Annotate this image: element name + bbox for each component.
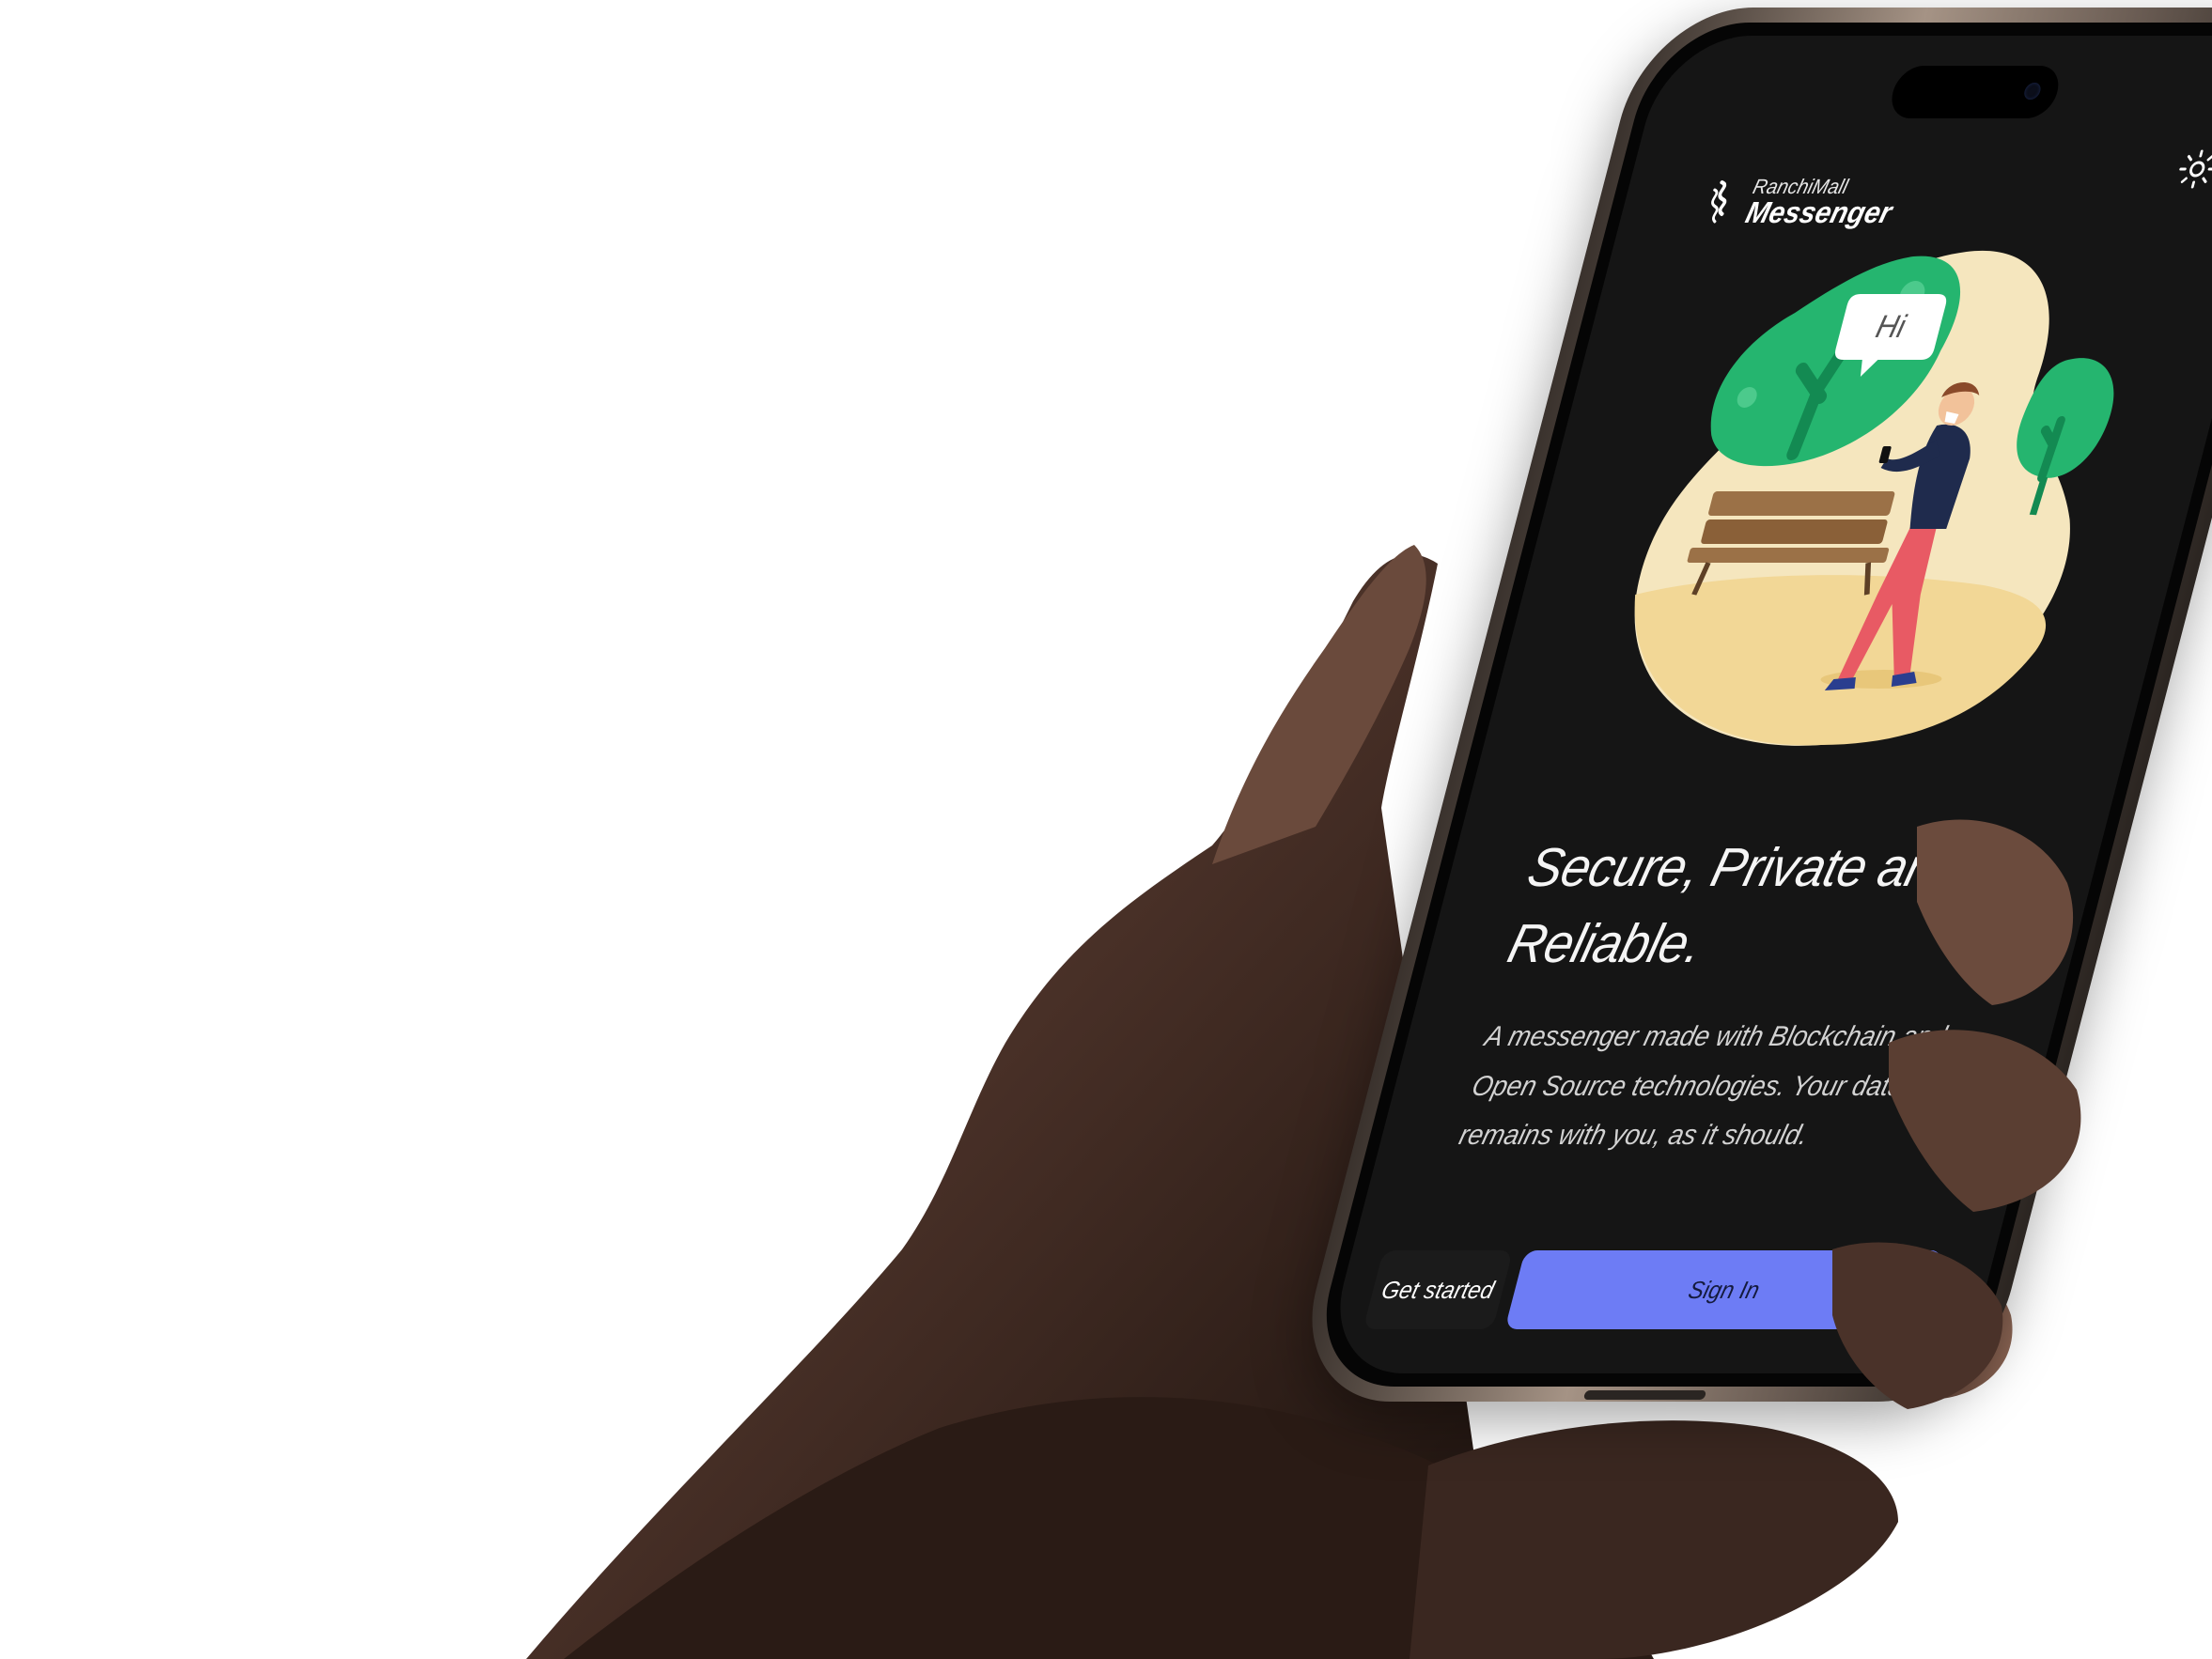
brand-text: RanchiMall Messenger bbox=[1742, 175, 1901, 229]
ranchimall-logo-icon bbox=[1711, 180, 1727, 224]
ground bbox=[1634, 575, 2046, 746]
brand-name-label: Messenger bbox=[1742, 195, 1896, 229]
subtitle: A messenger made with Blockchain and Ope… bbox=[1454, 1013, 1976, 1161]
subtitle-line-1: A messenger made with Blockchain and bbox=[1481, 1021, 1951, 1052]
stage: RanchiMall Messenger Hi Secure, Private … bbox=[0, 0, 2212, 1659]
action-bar: Get started Sign In bbox=[1363, 1248, 1945, 1332]
scene: RanchiMall Messenger Hi Secure, Private … bbox=[0, 0, 2212, 1659]
sun-icon[interactable] bbox=[2173, 148, 2212, 190]
app-logo: RanchiMall Messenger bbox=[1702, 175, 1901, 229]
sign-in-button[interactable]: Sign In bbox=[1504, 1250, 1944, 1329]
brand-small-label: RanchiMall bbox=[1750, 175, 1851, 198]
headline: Secure, Private and Reliable. bbox=[1500, 830, 2023, 982]
charging-port bbox=[1582, 1390, 1707, 1400]
camera-icon bbox=[2022, 83, 2043, 100]
headline-line-1: Secure, Private and bbox=[1521, 837, 1971, 898]
headline-line-2: Reliable. bbox=[1502, 913, 1709, 975]
get-started-button[interactable]: Get started bbox=[1363, 1250, 1514, 1329]
subtitle-line-2: Open Source technologies. Your data bbox=[1469, 1070, 1908, 1102]
dynamic-island bbox=[1886, 66, 2064, 118]
subtitle-line-3: remains with you, as it should. bbox=[1456, 1120, 1812, 1151]
hero-illustration: Hi bbox=[1634, 250, 2114, 746]
